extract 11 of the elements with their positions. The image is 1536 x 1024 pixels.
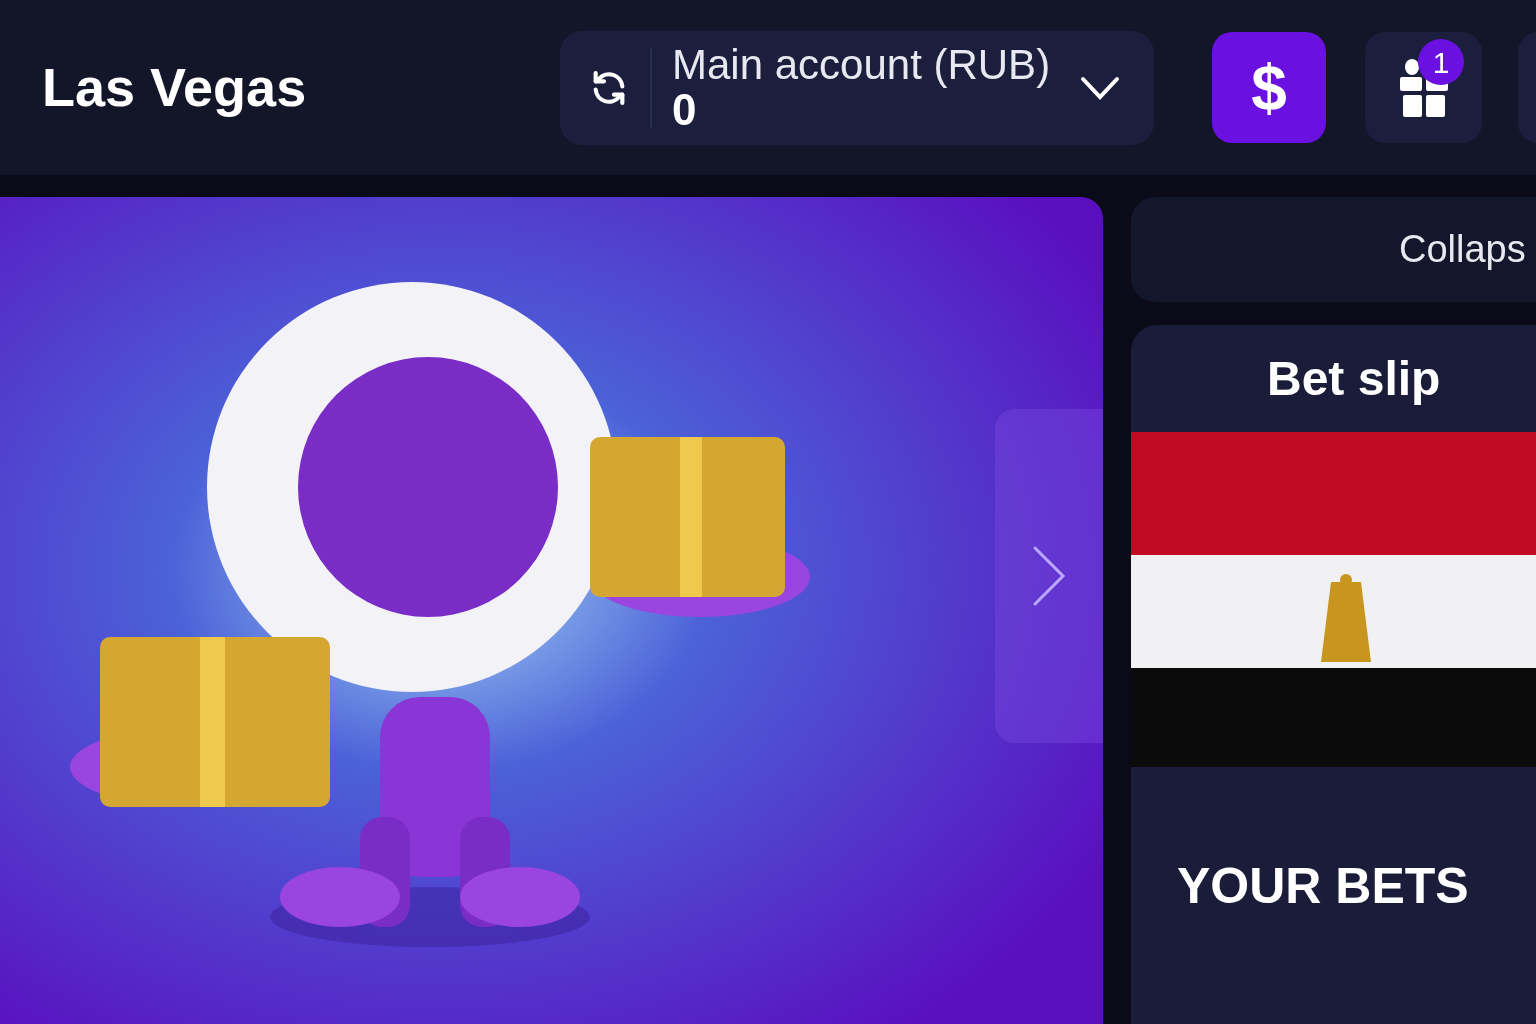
collapse-button[interactable]: Collaps [1131,197,1536,302]
account-selector[interactable]: Main account (RUB) 0 [560,30,1154,145]
site-title: Las Vegas [42,56,308,119]
account-balance: 0 [672,87,698,132]
chevron-right-icon [1031,544,1067,608]
account-name: Main account (RUB) [672,43,1052,86]
your-bets-heading: YOUR BETS [1176,857,1470,916]
deposit-button[interactable]: $ [1212,32,1326,143]
gift-button[interactable]: 1 [1365,32,1482,143]
notification-badge: 1 [1418,39,1464,85]
bet-slip-title: Bet slip [1266,350,1442,407]
